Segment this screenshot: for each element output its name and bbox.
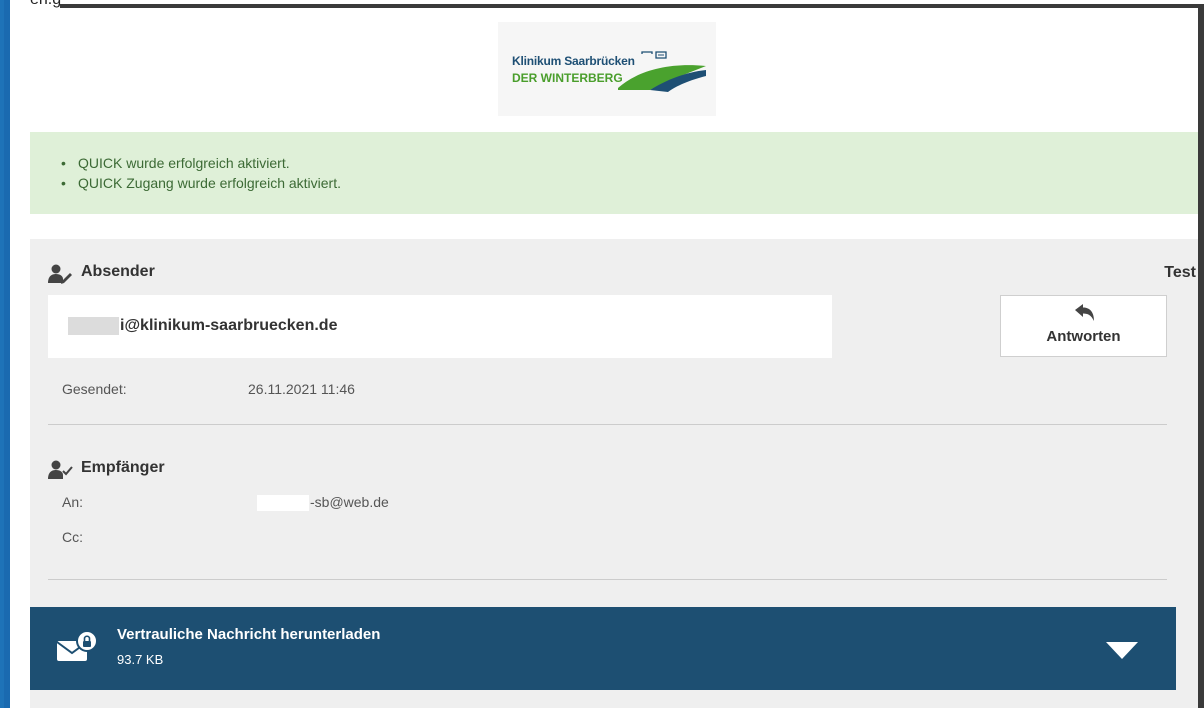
redacted-text <box>68 317 119 335</box>
sender-email-box: i@klinikum-saarbruecken.de <box>48 295 832 358</box>
sent-label: Gesendet: <box>62 381 127 397</box>
reply-arrow-icon <box>1075 304 1094 321</box>
cc-label: Cc: <box>62 529 83 545</box>
locked-mail-icon <box>56 630 98 661</box>
reply-button[interactable]: Antworten <box>1000 295 1167 357</box>
window-frame-left <box>0 0 10 708</box>
sent-value: 26.11.2021 11:46 <box>248 381 355 397</box>
to-label: An: <box>62 494 84 510</box>
download-title: Vertrauliche Nachricht herunterladen <box>117 626 381 643</box>
to-value: -sb@web.de <box>310 494 389 510</box>
redacted-text <box>257 495 309 511</box>
clinic-logo: Klinikum Saarbrücken DER WINTERBERG <box>498 22 716 116</box>
message-subject: Test <box>1164 264 1196 281</box>
alert-message-1: QUICK wurde erfolgreich aktiviert. <box>61 153 341 173</box>
logo-graphic-icon <box>618 51 706 92</box>
logo-line-2: DER WINTERBERG <box>512 71 623 85</box>
section-divider <box>48 424 1167 425</box>
message-panel: Absender Test i@klinikum-saarbruecken.de… <box>30 239 1198 708</box>
download-size: 93.7 KB <box>117 652 164 667</box>
sender-section-title: Absender <box>81 263 155 280</box>
section-divider <box>48 579 1167 580</box>
window-frame-right <box>1198 8 1204 708</box>
page-content: Klinikum Saarbrücken DER WINTERBERG QUIC… <box>10 8 1198 708</box>
success-alert: QUICK wurde erfolgreich aktiviert. QUICK… <box>30 132 1198 214</box>
reply-button-label: Antworten <box>1046 328 1121 345</box>
alert-message-2: QUICK Zugang wurde erfolgreich aktiviert… <box>61 173 341 193</box>
chevron-down-icon[interactable] <box>1106 642 1138 660</box>
download-message-bar[interactable]: Vertrauliche Nachricht herunterladen 93.… <box>30 607 1176 690</box>
user-edit-icon <box>48 264 72 284</box>
top-strip: en.g <box>0 0 1204 8</box>
sender-email: i@klinikum-saarbruecken.de <box>120 317 338 334</box>
recipient-section-title: Empfänger <box>81 459 165 476</box>
user-check-icon <box>48 460 73 479</box>
